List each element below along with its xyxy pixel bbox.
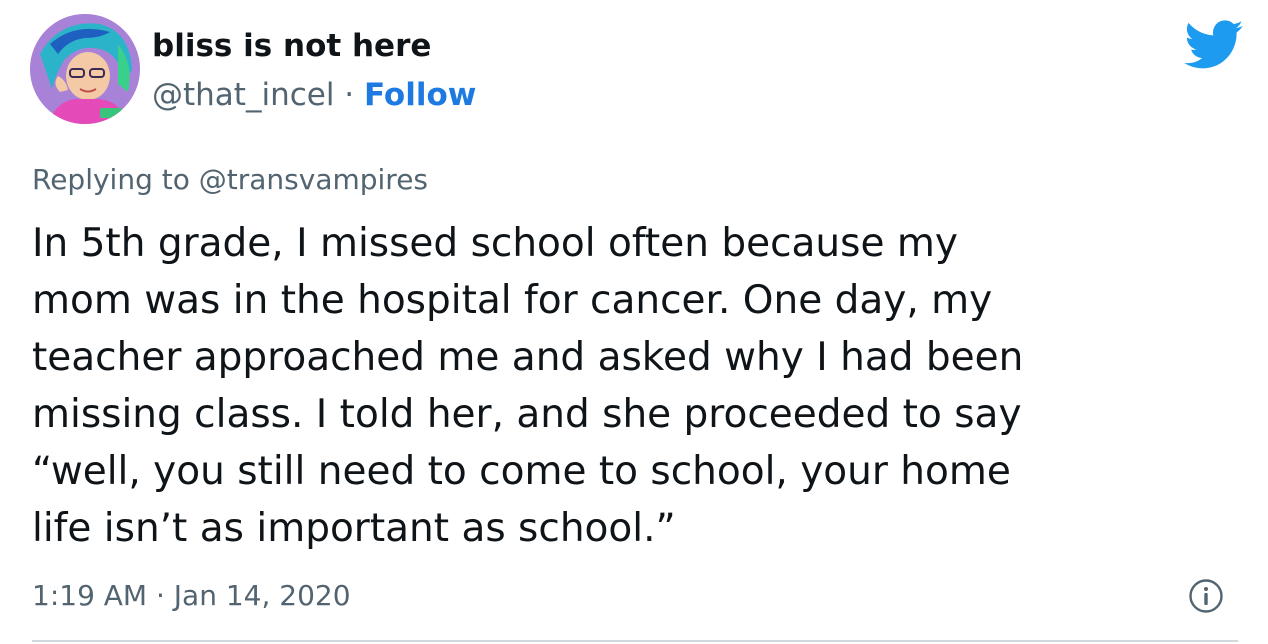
divider	[32, 640, 1238, 642]
tweet-timestamp[interactable]: 1:19 AM · Jan 14, 2020	[32, 577, 351, 615]
replying-to-prefix: Replying to	[32, 163, 199, 196]
info-glyph	[1189, 579, 1223, 613]
follow-button[interactable]: Follow	[364, 77, 476, 113]
tweet-text-line: mom was in the hospital for cancer. One …	[32, 278, 993, 323]
info-icon[interactable]	[1188, 578, 1224, 614]
tweet-text: In 5th grade, I missed school often beca…	[32, 215, 1252, 557]
tweet-card: bliss is not here @that_incel · Follow R…	[0, 0, 1268, 644]
tweet-text-line: life isn’t as important as school.”	[32, 506, 676, 551]
twitter-bird-icon[interactable]	[1184, 20, 1244, 70]
author-display-name[interactable]: bliss is not here	[152, 26, 431, 66]
tweet-date: Jan 14, 2020	[173, 579, 351, 612]
avatar[interactable]	[30, 14, 140, 124]
tweet-time: 1:19 AM	[32, 579, 148, 612]
tweet-text-line: missing class. I told her, and she proce…	[32, 392, 1022, 437]
tweet-text-line: “well, you still need to come to school,…	[32, 449, 1011, 494]
author-handle[interactable]: @that_incel	[152, 77, 334, 113]
author-handle-row: @that_incel · Follow	[152, 75, 476, 115]
avatar-illustration	[30, 14, 140, 124]
timestamp-separator: ·	[147, 579, 174, 612]
replying-to: Replying to @transvampires	[32, 161, 428, 199]
twitter-bird-glyph	[1184, 20, 1243, 69]
reply-target-handle[interactable]: @transvampires	[199, 163, 428, 196]
tweet-text-line: teacher approached me and asked why I ha…	[32, 335, 1024, 380]
tweet-text-line: In 5th grade, I missed school often beca…	[32, 221, 958, 266]
handle-separator: ·	[334, 77, 365, 113]
